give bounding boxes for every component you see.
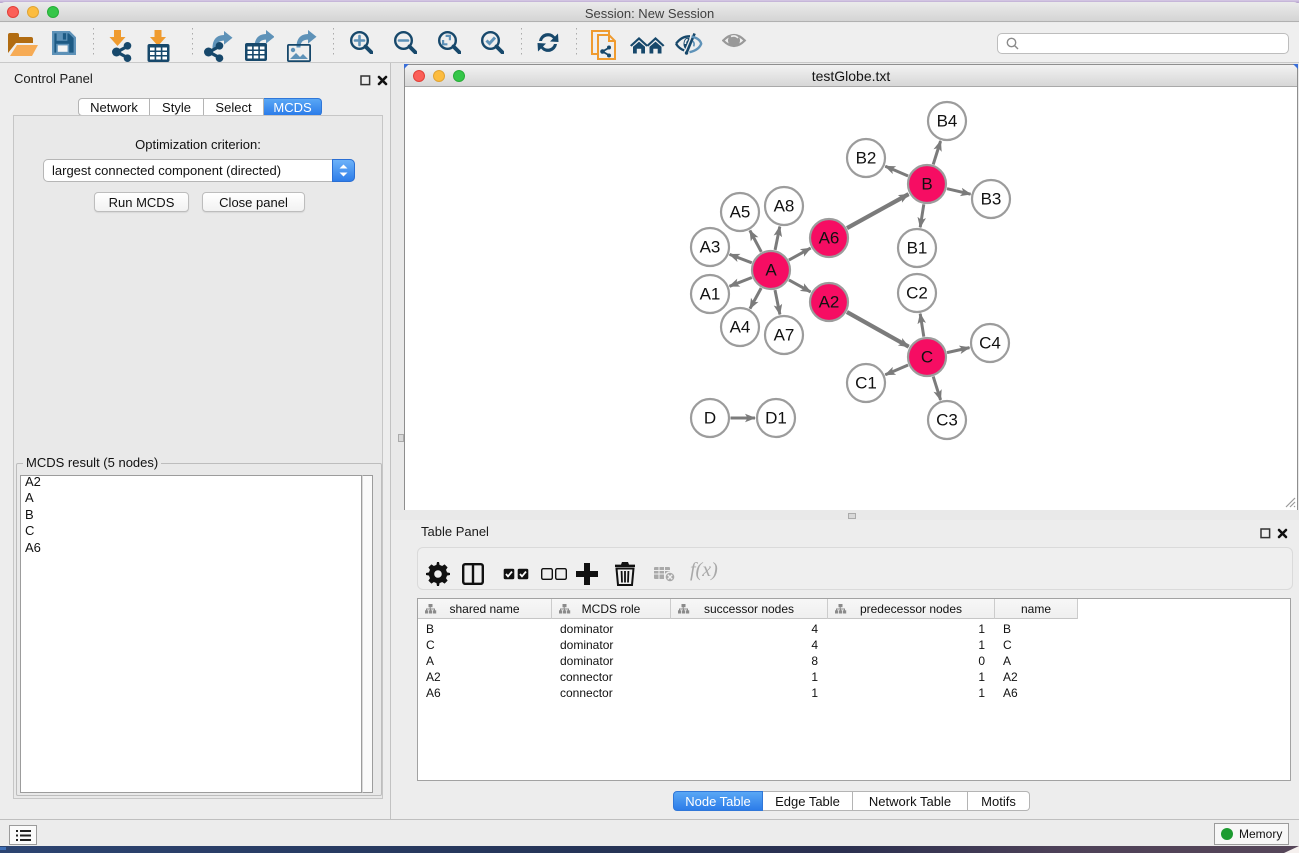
svg-text:A5: A5 — [730, 203, 751, 222]
svg-text:C3: C3 — [936, 411, 958, 430]
svg-text:C1: C1 — [855, 374, 877, 393]
svg-text:A7: A7 — [774, 326, 795, 345]
svg-text:D: D — [704, 409, 716, 428]
svg-text:A: A — [765, 261, 777, 280]
svg-text:B4: B4 — [937, 112, 958, 131]
svg-text:A2: A2 — [819, 293, 840, 312]
svg-text:A3: A3 — [700, 238, 721, 257]
svg-text:C4: C4 — [979, 334, 1001, 353]
svg-text:A1: A1 — [700, 285, 721, 304]
svg-text:A8: A8 — [774, 197, 795, 216]
svg-text:C2: C2 — [906, 284, 928, 303]
svg-text:B2: B2 — [856, 149, 877, 168]
svg-text:f(x): f(x) — [690, 560, 718, 581]
svg-text:A6: A6 — [819, 229, 840, 248]
svg-text:B: B — [921, 175, 932, 194]
svg-text:B3: B3 — [981, 190, 1002, 209]
svg-text:A4: A4 — [730, 318, 751, 337]
svg-text:B1: B1 — [907, 239, 928, 258]
svg-text:C: C — [921, 348, 933, 367]
svg-text:D1: D1 — [765, 409, 787, 428]
